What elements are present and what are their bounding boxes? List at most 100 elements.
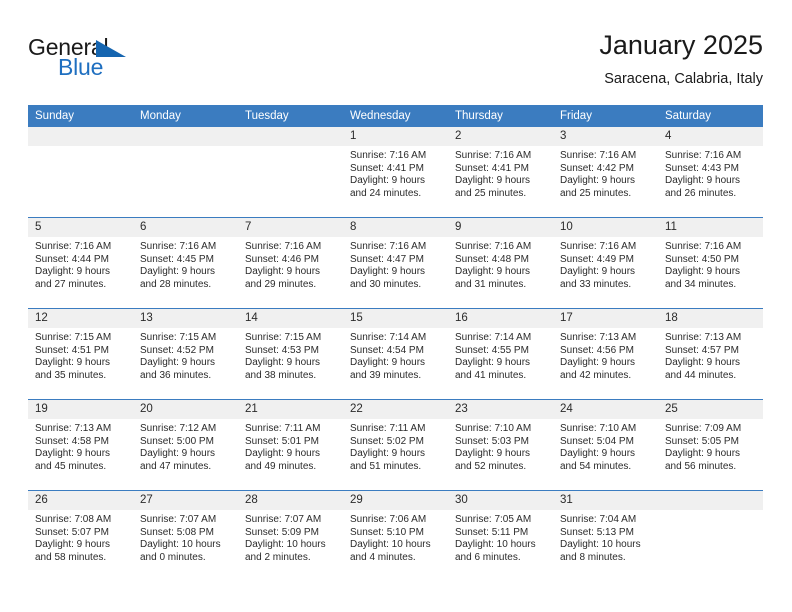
sunrise-time: Sunrise: 7:09 AM	[665, 423, 742, 434]
calendar-day-cell[interactable]: 10 Sunrise: 7:16 AM Sunset: 4:49 PM Dayligh…	[553, 217, 658, 309]
day-details: Sunrise: 7:16 AM Sunset: 4:44 PM Daylight:…	[28, 237, 133, 291]
daylight-duration-line2: and 36 minutes.	[140, 369, 212, 381]
daylight-duration-line1: Daylight: 9 hours	[560, 175, 636, 187]
sunrise-time: Sunrise: 7:07 AM	[140, 514, 217, 525]
sunset-time: Sunset: 4:55 PM	[455, 344, 529, 356]
sunset-time: Sunset: 4:47 PM	[350, 253, 424, 265]
calendar-day-cell[interactable]: 18 Sunrise: 7:13 AM Sunset: 4:57 PM Dayligh…	[658, 308, 763, 400]
calendar-body: 1 Sunrise: 7:16 AM Sunset: 4:41 PM Daylight…	[28, 127, 763, 581]
day-number	[28, 127, 133, 146]
title-block: January 2025 Saracena, Calabria, Italy	[599, 28, 763, 90]
sunrise-time: Sunrise: 7:16 AM	[455, 150, 532, 161]
weekday-header-wednesday: Wednesday	[343, 105, 448, 127]
daylight-duration-line1: Daylight: 9 hours	[350, 175, 426, 187]
sunset-time: Sunset: 5:01 PM	[245, 435, 319, 447]
calendar-day-cell[interactable]: 8 Sunrise: 7:16 AM Sunset: 4:47 PM Daylight…	[343, 217, 448, 309]
calendar-day-cell[interactable]: 3 Sunrise: 7:16 AM Sunset: 4:42 PM Daylight…	[553, 127, 658, 218]
sunset-time: Sunset: 5:13 PM	[560, 526, 634, 538]
day-details: Sunrise: 7:16 AM Sunset: 4:45 PM Daylight:…	[133, 237, 238, 291]
sunrise-time: Sunrise: 7:07 AM	[245, 514, 322, 525]
calendar-day-cell[interactable]: 27 Sunrise: 7:07 AM Sunset: 5:08 PM Dayligh…	[133, 490, 238, 581]
calendar-day-cell[interactable]: 30 Sunrise: 7:05 AM Sunset: 5:11 PM Dayligh…	[448, 490, 553, 581]
calendar-day-cell[interactable]: 15 Sunrise: 7:14 AM Sunset: 4:54 PM Dayligh…	[343, 308, 448, 400]
calendar-day-cell[interactable]: 25 Sunrise: 7:09 AM Sunset: 5:05 PM Dayligh…	[658, 399, 763, 491]
day-number	[658, 491, 763, 510]
day-details: Sunrise: 7:16 AM Sunset: 4:50 PM Daylight:…	[658, 237, 763, 291]
calendar-day-cell[interactable]: 6 Sunrise: 7:16 AM Sunset: 4:45 PM Daylight…	[133, 217, 238, 309]
daylight-duration-line1: Daylight: 10 hours	[455, 539, 536, 551]
day-details: Sunrise: 7:12 AM Sunset: 5:00 PM Daylight:…	[133, 419, 238, 473]
daylight-duration-line1: Daylight: 9 hours	[560, 266, 636, 278]
sunrise-time: Sunrise: 7:10 AM	[455, 423, 532, 434]
daylight-duration-line2: and 24 minutes.	[350, 187, 422, 199]
calendar-day-cell[interactable]: 22 Sunrise: 7:11 AM Sunset: 5:02 PM Dayligh…	[343, 399, 448, 491]
day-details: Sunrise: 7:08 AM Sunset: 5:07 PM Daylight:…	[28, 510, 133, 564]
sunrise-time: Sunrise: 7:16 AM	[665, 241, 742, 252]
sunrise-time: Sunrise: 7:11 AM	[350, 423, 426, 434]
day-details: Sunrise: 7:10 AM Sunset: 5:04 PM Daylight:…	[553, 419, 658, 473]
day-details: Sunrise: 7:05 AM Sunset: 5:11 PM Daylight:…	[448, 510, 553, 564]
sunrise-time: Sunrise: 7:08 AM	[35, 514, 112, 525]
day-number	[238, 127, 343, 146]
calendar-day-cell[interactable]: 14 Sunrise: 7:15 AM Sunset: 4:53 PM Dayligh…	[238, 308, 343, 400]
calendar-day-cell[interactable]: 26 Sunrise: 7:08 AM Sunset: 5:07 PM Dayligh…	[28, 490, 133, 581]
daylight-duration-line1: Daylight: 9 hours	[140, 448, 216, 460]
sunset-time: Sunset: 5:00 PM	[140, 435, 214, 447]
page-title: January 2025	[599, 30, 763, 60]
sunset-time: Sunset: 5:08 PM	[140, 526, 214, 538]
daylight-duration-line2: and 39 minutes.	[350, 369, 422, 381]
calendar-day-cell[interactable]: 1 Sunrise: 7:16 AM Sunset: 4:41 PM Daylight…	[343, 127, 448, 218]
daylight-duration-line2: and 47 minutes.	[140, 460, 212, 472]
calendar-day-cell[interactable]: 7 Sunrise: 7:16 AM Sunset: 4:46 PM Daylight…	[238, 217, 343, 309]
day-number: 4	[658, 127, 763, 146]
day-number: 29	[343, 491, 448, 510]
calendar-day-cell[interactable]: 24 Sunrise: 7:10 AM Sunset: 5:04 PM Dayligh…	[553, 399, 658, 491]
calendar-day-cell[interactable]: 20 Sunrise: 7:12 AM Sunset: 5:00 PM Dayligh…	[133, 399, 238, 491]
day-number: 8	[343, 218, 448, 237]
sunset-time: Sunset: 4:42 PM	[560, 162, 634, 174]
daylight-duration-line2: and 31 minutes.	[455, 278, 527, 290]
day-number: 21	[238, 400, 343, 419]
daylight-duration-line2: and 0 minutes.	[140, 551, 206, 563]
calendar-empty-cell	[658, 490, 763, 581]
calendar-day-cell[interactable]: 21 Sunrise: 7:11 AM Sunset: 5:01 PM Dayligh…	[238, 399, 343, 491]
daylight-duration-line1: Daylight: 9 hours	[35, 539, 111, 551]
day-number: 3	[553, 127, 658, 146]
day-details: Sunrise: 7:16 AM Sunset: 4:46 PM Daylight:…	[238, 237, 343, 291]
daylight-duration-line2: and 44 minutes.	[665, 369, 737, 381]
calendar-day-cell[interactable]: 13 Sunrise: 7:15 AM Sunset: 4:52 PM Dayligh…	[133, 308, 238, 400]
day-number: 30	[448, 491, 553, 510]
daylight-duration-line1: Daylight: 9 hours	[455, 448, 531, 460]
day-details: Sunrise: 7:16 AM Sunset: 4:41 PM Daylight:…	[343, 146, 448, 200]
daylight-duration-line1: Daylight: 9 hours	[245, 357, 321, 369]
day-details: Sunrise: 7:04 AM Sunset: 5:13 PM Daylight:…	[553, 510, 658, 564]
calendar-day-cell[interactable]: 23 Sunrise: 7:10 AM Sunset: 5:03 PM Dayligh…	[448, 399, 553, 491]
day-number: 24	[553, 400, 658, 419]
calendar-day-cell[interactable]: 9 Sunrise: 7:16 AM Sunset: 4:48 PM Daylight…	[448, 217, 553, 309]
day-details: Sunrise: 7:16 AM Sunset: 4:41 PM Daylight:…	[448, 146, 553, 200]
calendar-day-cell[interactable]: 31 Sunrise: 7:04 AM Sunset: 5:13 PM Dayligh…	[553, 490, 658, 581]
calendar-day-cell[interactable]: 12 Sunrise: 7:15 AM Sunset: 4:51 PM Dayligh…	[28, 308, 133, 400]
calendar-day-cell[interactable]: 2 Sunrise: 7:16 AM Sunset: 4:41 PM Daylight…	[448, 127, 553, 218]
calendar-day-cell[interactable]: 28 Sunrise: 7:07 AM Sunset: 5:09 PM Dayligh…	[238, 490, 343, 581]
calendar-day-cell[interactable]: 29 Sunrise: 7:06 AM Sunset: 5:10 PM Dayligh…	[343, 490, 448, 581]
calendar-day-cell[interactable]: 17 Sunrise: 7:13 AM Sunset: 4:56 PM Dayligh…	[553, 308, 658, 400]
brand-logo[interactable]: General Blue	[28, 34, 208, 90]
day-details: Sunrise: 7:16 AM Sunset: 4:43 PM Daylight:…	[658, 146, 763, 200]
day-number: 15	[343, 309, 448, 328]
daylight-duration-line2: and 58 minutes.	[35, 551, 107, 563]
calendar-empty-cell	[238, 127, 343, 218]
daylight-duration-line2: and 54 minutes.	[560, 460, 632, 472]
sunset-time: Sunset: 5:03 PM	[455, 435, 529, 447]
calendar-day-cell[interactable]: 19 Sunrise: 7:13 AM Sunset: 4:58 PM Dayligh…	[28, 399, 133, 491]
calendar-day-cell[interactable]: 11 Sunrise: 7:16 AM Sunset: 4:50 PM Dayligh…	[658, 217, 763, 309]
daylight-duration-line2: and 25 minutes.	[455, 187, 527, 199]
sunrise-time: Sunrise: 7:16 AM	[35, 241, 112, 252]
calendar-day-cell[interactable]: 4 Sunrise: 7:16 AM Sunset: 4:43 PM Daylight…	[658, 127, 763, 218]
sunrise-time: Sunrise: 7:16 AM	[560, 150, 637, 161]
calendar-day-cell[interactable]: 16 Sunrise: 7:14 AM Sunset: 4:55 PM Dayligh…	[448, 308, 553, 400]
calendar-day-cell[interactable]: 5 Sunrise: 7:16 AM Sunset: 4:44 PM Daylight…	[28, 217, 133, 309]
sunrise-time: Sunrise: 7:16 AM	[140, 241, 217, 252]
day-number: 11	[658, 218, 763, 237]
logo-text-blue: Blue	[58, 54, 104, 80]
